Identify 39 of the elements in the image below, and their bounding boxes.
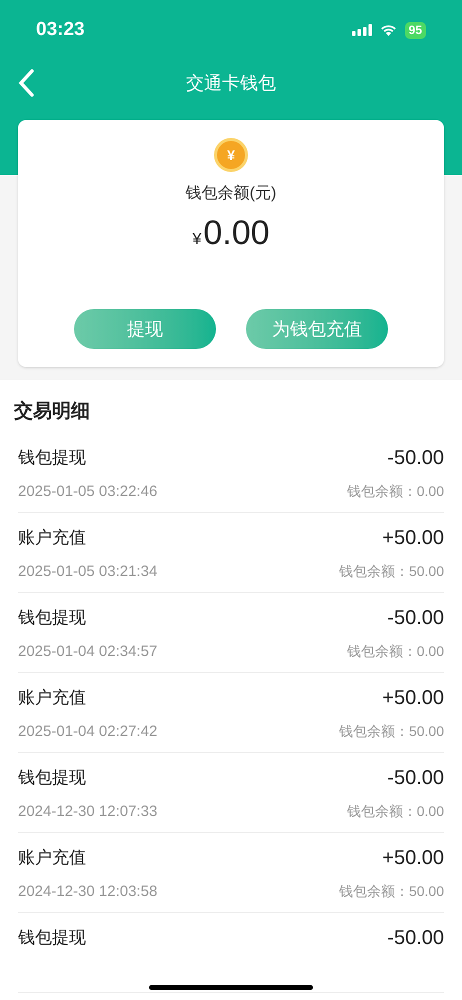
- wallet-button[interactable]: 提现: [74, 309, 216, 349]
- wallet-balance: 钱包余额：0.00: [346, 482, 444, 502]
- transaction-title: 钱包提现: [18, 926, 86, 949]
- wallet-balance: 钱包余额：50.00: [338, 562, 444, 582]
- status-time: 03:23: [36, 18, 85, 42]
- transaction-time: 2025-01-04 02:27:42: [18, 722, 158, 742]
- wallet-balance: 钱包余额：0.00: [346, 642, 444, 662]
- transaction-amount: +50.00: [382, 686, 444, 710]
- transaction-amount: +50.00: [382, 846, 444, 870]
- transaction-time: 2024-12-30 12:07:33: [18, 802, 158, 822]
- transaction-amount: -50.00: [387, 926, 444, 950]
- transaction-time: 2025-01-04 02:34:57: [18, 642, 158, 662]
- transaction-time: 2025-01-05 03:21:34: [18, 562, 158, 582]
- transaction-title: 钱包提现: [18, 606, 86, 629]
- balance-amount: 0.00: [203, 213, 270, 254]
- battery-indicator: 95: [404, 22, 426, 38]
- signal-icon: [352, 24, 372, 36]
- transaction-title: 钱包提现: [18, 446, 86, 469]
- back-icon[interactable]: [18, 69, 34, 97]
- transaction-amount: -50.00: [387, 766, 444, 790]
- wallet-balance: 钱包余额：50.00: [338, 882, 444, 902]
- transaction-time: 2024-12-30 12:03:58: [18, 882, 158, 902]
- currency-symbol: ¥: [192, 230, 202, 250]
- transaction-title: 钱包提现: [18, 766, 86, 789]
- wallet-balance: 钱包余额：50.00: [338, 722, 444, 742]
- coin-icon: ¥: [214, 138, 248, 172]
- page-title: 交通卡钱包: [186, 72, 276, 94]
- wallet-balance: 钱包余额：0.00: [346, 802, 444, 822]
- wifi-icon: [380, 24, 397, 36]
- transaction-amount: -50.00: [387, 446, 444, 470]
- wallet-button[interactable]: 为钱包充值: [246, 309, 388, 349]
- section-title: 交易明细: [14, 401, 90, 422]
- transaction-title: 账户充值: [18, 846, 86, 869]
- transaction-title: 账户充值: [18, 686, 86, 709]
- transaction-title: 账户充值: [18, 526, 86, 549]
- transaction-amount: -50.00: [387, 606, 444, 630]
- balance-label: 钱包余额(元): [186, 184, 276, 204]
- transaction-amount: +50.00: [382, 526, 444, 550]
- transaction-time: 2025-01-05 03:22:46: [18, 482, 158, 502]
